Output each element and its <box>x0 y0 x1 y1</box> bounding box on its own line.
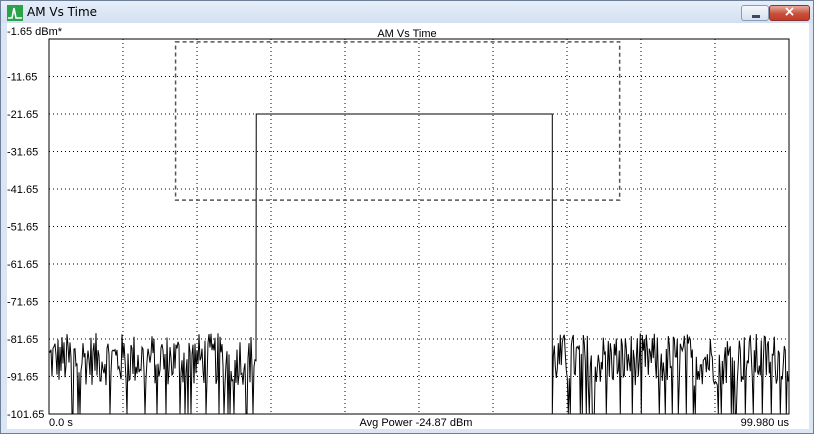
spectrum-icon <box>7 5 23 21</box>
x-start-label: 0.0 s <box>49 417 73 429</box>
limit-mask <box>174 41 621 201</box>
window-title: AM Vs Time <box>27 5 98 19</box>
y-tick-label: -41.65 <box>7 184 38 196</box>
title-bar[interactable]: AM Vs Time × <box>1 1 813 23</box>
y-tick-label: -11.65 <box>7 72 37 84</box>
chart-area: -1.65 dBm* -11.65 -21.65 -31.65 -41.65 -51.65… <box>7 23 809 429</box>
chart-title: AM Vs Time <box>377 28 436 40</box>
avg-power-label: Avg Power -24.87 dBm <box>360 417 473 429</box>
y-tick-label: -21.65 <box>7 109 38 121</box>
x-end-label: 99.980 us <box>741 417 790 429</box>
y-tick-label: -91.65 <box>7 372 38 384</box>
close-button[interactable]: × <box>769 4 810 21</box>
y-tick-label: -31.65 <box>7 147 38 159</box>
minimize-button[interactable] <box>741 5 769 21</box>
am-vs-time-window: AM Vs Time × -1.65 dBm* -11.65 -21.65 -31.6… <box>0 0 814 434</box>
y-tick-label: -71.65 <box>7 297 38 309</box>
am-vs-time-chart[interactable]: -1.65 dBm* -11.65 -21.65 -31.65 -41.65 -51.65… <box>7 23 809 429</box>
y-tick-label: -81.65 <box>7 334 38 346</box>
y-tick-labels: -1.65 dBm* -11.65 -21.65 -31.65 -41.65 -51.65… <box>7 26 63 421</box>
mask-layer <box>174 41 621 201</box>
y-tick-label: -1.65 dBm* <box>7 26 63 38</box>
close-icon: × <box>783 4 796 20</box>
y-tick-label: -61.65 <box>7 259 38 271</box>
y-tick-label: -51.65 <box>7 222 38 234</box>
minimize-icon <box>752 15 760 18</box>
y-tick-label: -101.65 <box>7 409 44 421</box>
